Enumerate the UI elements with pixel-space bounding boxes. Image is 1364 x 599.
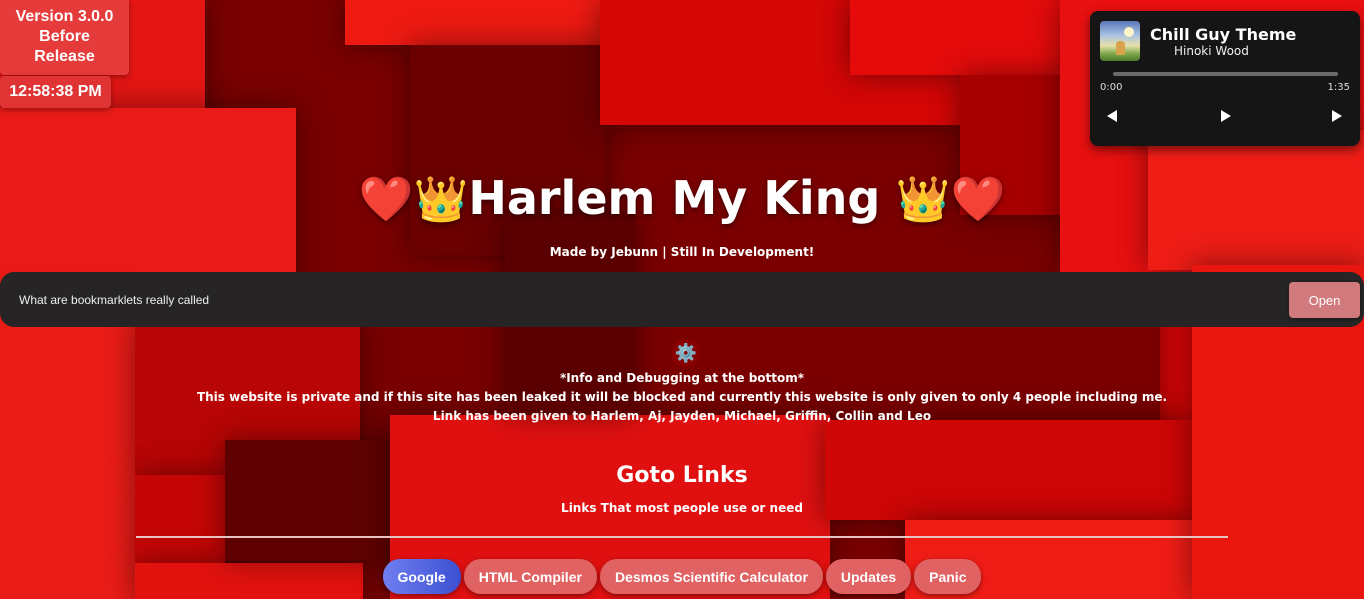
version-badge: Version 3.0.0 Before Release bbox=[0, 0, 129, 75]
info-line-1: *Info and Debugging at the bottom* bbox=[559, 371, 805, 385]
track-artist: Hinoki Wood bbox=[1174, 44, 1249, 58]
duration: 1:35 bbox=[1327, 82, 1350, 93]
album-cover bbox=[1100, 21, 1140, 61]
divider bbox=[136, 536, 1228, 538]
page-subtitle: Made by Jebunn | Still In Development! bbox=[549, 245, 815, 259]
version-label-line1: Version 3.0.0 bbox=[15, 8, 114, 25]
clock-display: 12:58:38 PM bbox=[0, 76, 111, 108]
desmos-link-button[interactable]: Desmos Scientific Calculator bbox=[599, 559, 823, 594]
updates-link-button[interactable]: Updates bbox=[825, 559, 912, 594]
heart-crown-icon: ❤️👑 bbox=[358, 174, 469, 225]
play-icon[interactable] bbox=[1217, 107, 1235, 125]
page-title: ❤️👑Harlem My King 👑❤️ bbox=[0, 168, 1364, 230]
page-title-text: Harlem My King bbox=[468, 171, 881, 225]
next-icon[interactable] bbox=[1328, 107, 1346, 125]
version-label-line3: Release bbox=[34, 48, 95, 65]
open-button[interactable]: Open bbox=[1289, 282, 1360, 318]
goto-links-heading: Goto Links bbox=[616, 463, 748, 488]
progress-bar[interactable] bbox=[1113, 72, 1338, 76]
previous-icon[interactable] bbox=[1103, 107, 1121, 125]
crown-heart-icon: 👑❤️ bbox=[880, 174, 1006, 225]
panic-button[interactable]: Panic bbox=[914, 559, 982, 594]
info-line-3: Link has been given to Harlem, Aj, Jayde… bbox=[432, 409, 932, 423]
html-compiler-link-button[interactable]: HTML Compiler bbox=[463, 559, 597, 594]
google-link-button[interactable]: Google bbox=[382, 559, 461, 594]
version-label-line2: Before bbox=[39, 28, 90, 45]
search-bar: Open bbox=[0, 272, 1364, 327]
current-time: 0:00 bbox=[1100, 82, 1123, 93]
goto-links-subtitle: Links That most people use or need bbox=[561, 501, 803, 515]
search-input[interactable] bbox=[8, 280, 1278, 319]
goto-links-bar: Google HTML Compiler Desmos Scientific C… bbox=[0, 559, 1364, 594]
info-line-2: This website is private and if this site… bbox=[196, 390, 1168, 404]
gear-icon[interactable]: ⚙️ bbox=[671, 339, 701, 367]
music-player: Chill Guy Theme Hinoki Wood 0:00 1:35 bbox=[1090, 11, 1360, 146]
track-title: Chill Guy Theme bbox=[1150, 25, 1297, 44]
